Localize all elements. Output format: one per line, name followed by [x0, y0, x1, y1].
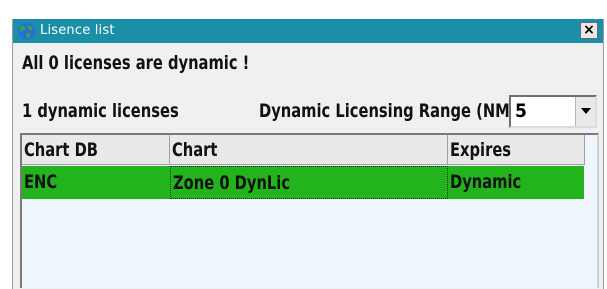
summary-text: All 0 licenses are dynamic ! — [22, 52, 250, 74]
column-header-chart[interactable]: Chart — [170, 135, 448, 165]
range-label: Dynamic Licensing Range (NM) — [259, 100, 517, 122]
column-header-expires[interactable]: Expires — [448, 135, 585, 165]
title-bar[interactable]: Lisence list × — [13, 19, 603, 43]
close-icon: × — [583, 22, 595, 38]
range-select[interactable]: 5 — [509, 95, 597, 128]
cell-expires[interactable]: Dynamic — [448, 166, 584, 199]
cell-text: ENC — [24, 171, 58, 193]
column-header-label: Chart DB — [24, 139, 98, 161]
chevron-down-icon — [581, 108, 591, 114]
globe-icon — [18, 22, 36, 40]
cell-chart[interactable]: Zone 0 DynLic — [170, 166, 448, 199]
license-list-window: Lisence list × All 0 licenses are dynami… — [12, 19, 604, 289]
cell-chart-db[interactable]: ENC — [22, 166, 170, 199]
column-header-label: Chart — [172, 139, 218, 161]
column-header-label: Expires — [450, 139, 512, 161]
column-header-chart-db[interactable]: Chart DB — [22, 135, 170, 165]
range-value: 5 — [515, 100, 527, 122]
cell-text: Dynamic — [450, 171, 522, 193]
cell-text: Zone 0 DynLic — [173, 172, 291, 194]
close-button[interactable]: × — [580, 22, 598, 39]
table-row[interactable]: ENC Zone 0 DynLic Dynamic — [22, 166, 584, 199]
range-dropdown-button[interactable] — [575, 97, 595, 126]
license-table[interactable]: Chart DB Chart Expires ENC Zone 0 DynLic… — [20, 133, 599, 288]
window-title: Lisence list — [40, 23, 115, 38]
dynamic-count-text: 1 dynamic licenses — [22, 100, 179, 122]
